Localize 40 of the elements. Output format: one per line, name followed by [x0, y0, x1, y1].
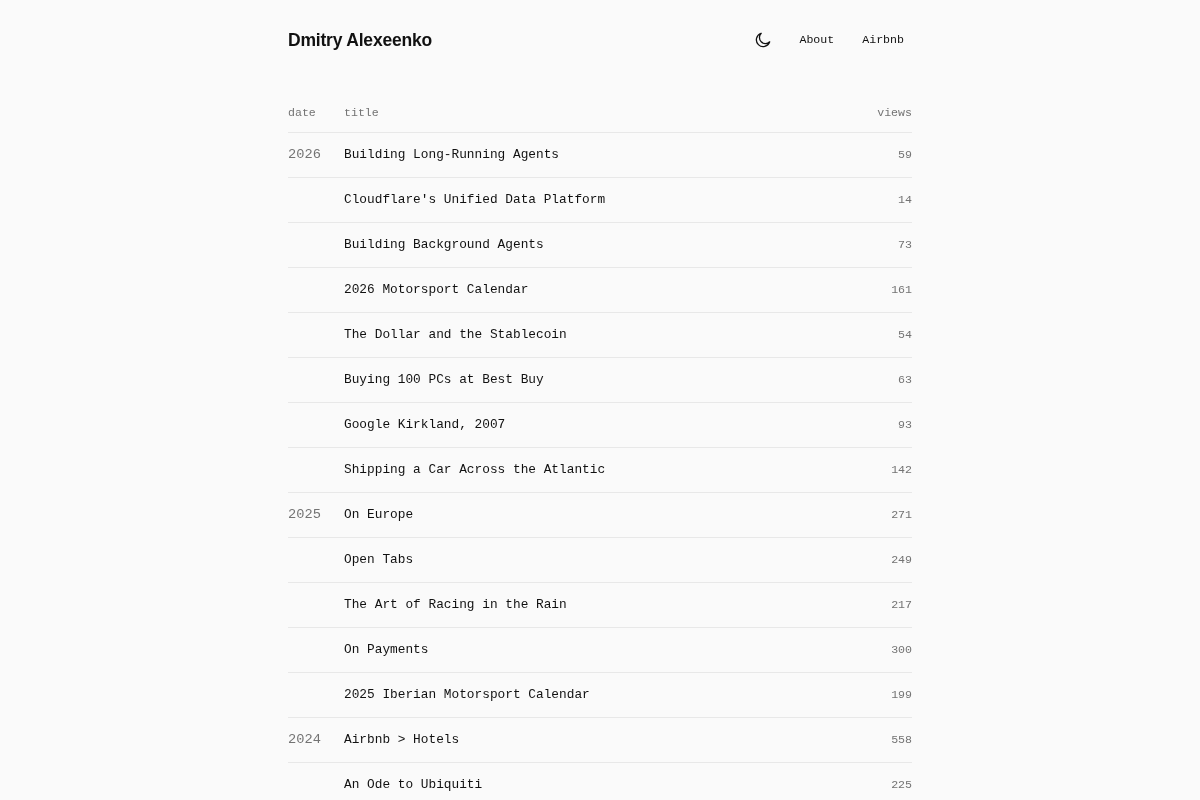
view-count: 161 [891, 282, 912, 298]
view-count: 199 [891, 687, 912, 703]
view-count: 217 [891, 597, 912, 613]
column-header: date [288, 105, 317, 121]
year-label: 2024 [288, 731, 321, 749]
view-count: 14 [898, 192, 912, 208]
view-count: 249 [891, 552, 912, 568]
year-label: 2025 [288, 506, 321, 524]
year-label: 2026 [288, 146, 321, 164]
view-count: 225 [891, 777, 912, 793]
post-title-link[interactable]: An Ode to Ubiquiti [344, 776, 483, 794]
nav-link[interactable]: About [791, 28, 843, 52]
view-count: 93 [898, 417, 912, 433]
column-header: views [877, 105, 912, 121]
view-count: 54 [898, 327, 912, 343]
post-title-link[interactable]: The Art of Racing in the Rain [344, 596, 567, 614]
site-title[interactable]: Dmitry Alexeenko [288, 29, 432, 51]
post-title-link[interactable]: On Europe [344, 506, 414, 524]
post-title-link[interactable]: Google Kirkland, 2007 [344, 416, 506, 434]
view-count: 271 [891, 507, 912, 523]
post-title-link[interactable]: Building Background Agents [344, 236, 544, 254]
nav-link[interactable]: Airbnb [854, 28, 912, 52]
post-title-link[interactable]: Open Tabs [344, 551, 414, 569]
post-title-link[interactable]: 2025 Iberian Motorsport Calendar [344, 686, 590, 704]
view-count: 73 [898, 237, 912, 253]
post-title-link[interactable]: Shipping a Car Across the Atlantic [344, 461, 606, 479]
post-title-link[interactable]: 2026 Motorsport Calendar [344, 281, 529, 299]
post-title-link[interactable]: Cloudflare's Unified Data Platform [344, 191, 606, 209]
post-title-link[interactable]: The Dollar and the Stablecoin [344, 326, 567, 344]
view-count: 300 [891, 642, 912, 658]
moon-icon[interactable] [755, 32, 772, 48]
post-title-link[interactable]: On Payments [344, 641, 429, 659]
column-header: title [344, 105, 380, 121]
view-count: 558 [891, 732, 912, 748]
post-title-link[interactable]: Airbnb > Hotels [344, 731, 460, 749]
view-count: 59 [898, 147, 912, 163]
post-title-link[interactable]: Building Long-Running Agents [344, 146, 560, 164]
view-count: 142 [891, 462, 912, 478]
post-title-link[interactable]: Buying 100 PCs at Best Buy [344, 371, 544, 389]
view-count: 63 [898, 372, 912, 388]
